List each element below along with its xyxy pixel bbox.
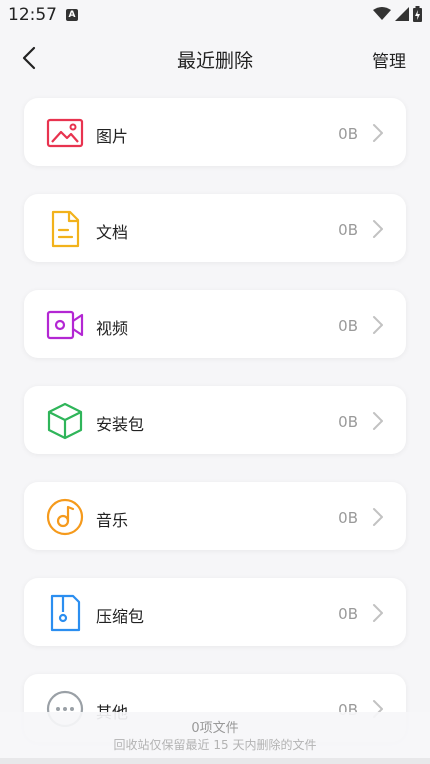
document-icon: [51, 210, 80, 248]
chevron-right-icon: [373, 508, 383, 526]
header: 最近删除 管理: [0, 38, 430, 78]
category-label: 文档: [96, 223, 129, 242]
category-size: 0B: [338, 317, 358, 335]
status-bar: 12:57 A: [0, 0, 430, 30]
category-size: 0B: [338, 509, 358, 527]
chevron-right-icon: [373, 124, 383, 142]
chevron-right-icon: [373, 316, 383, 334]
category-videos[interactable]: 视频 0B: [24, 290, 406, 358]
category-label: 安装包: [96, 415, 145, 434]
signal-icon: [395, 7, 409, 21]
retention-note: 回收站仅保留最近 15 天内删除的文件: [113, 738, 317, 752]
category-size: 0B: [338, 605, 358, 623]
footer: 0项文件 回收站仅保留最近 15 天内删除的文件: [0, 712, 430, 764]
wifi-icon: [373, 7, 391, 20]
package-icon: [47, 402, 83, 440]
notification-icon: A: [66, 9, 78, 21]
chevron-right-icon: [373, 604, 383, 622]
category-size: 0B: [338, 221, 358, 239]
chevron-right-icon: [373, 412, 383, 430]
music-icon: [46, 498, 84, 536]
page-title: 最近删除: [176, 50, 253, 72]
system-taskbar: [0, 758, 430, 764]
manage-button[interactable]: 管理: [372, 47, 406, 72]
archive-icon: [50, 594, 81, 632]
category-packages[interactable]: 安装包 0B: [24, 386, 406, 454]
category-label: 压缩包: [96, 607, 145, 626]
category-label: 视频: [96, 319, 129, 338]
category-music[interactable]: 音乐 0B: [24, 482, 406, 550]
category-images[interactable]: 图片 0B: [24, 98, 406, 166]
category-documents[interactable]: 文档 0B: [24, 194, 406, 262]
file-count: 0项文件: [191, 721, 239, 736]
battery-icon: [413, 6, 422, 22]
category-size: 0B: [338, 125, 358, 143]
image-icon: [46, 118, 84, 148]
category-label: 图片: [96, 127, 129, 146]
video-icon: [46, 310, 84, 340]
chevron-right-icon: [373, 220, 383, 238]
category-label: 音乐: [96, 511, 129, 530]
category-archives[interactable]: 压缩包 0B: [24, 578, 406, 646]
status-time: 12:57: [8, 5, 57, 25]
category-size: 0B: [338, 413, 358, 431]
status-icons: [373, 6, 422, 22]
